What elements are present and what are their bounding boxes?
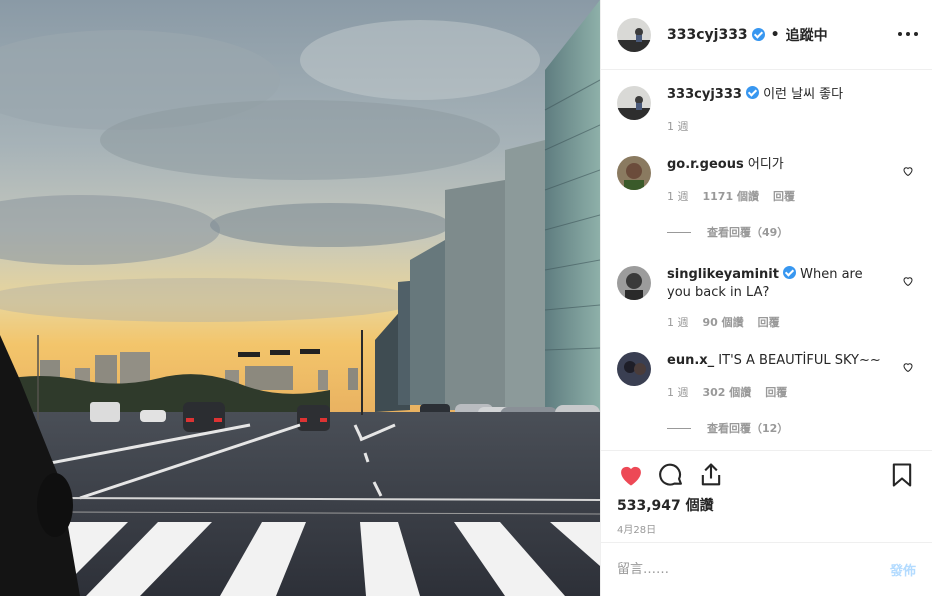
author-username[interactable]: 333cyj333: [667, 27, 748, 43]
like-comment-heart-icon[interactable]: [902, 361, 914, 373]
caption-time[interactable]: 1 週: [667, 118, 689, 134]
post-comment-button[interactable]: 發佈: [890, 560, 916, 579]
post-header: 333cyj333 • 追蹤中: [601, 0, 932, 70]
reply-button[interactable]: 回覆: [758, 314, 780, 330]
comments-list: 333cyj333 이런 날씨 좋다 1 週 go.r.geous 어디가 1 …: [617, 86, 916, 436]
following-button[interactable]: 追蹤中: [786, 25, 828, 45]
verified-badge-icon: [745, 86, 759, 99]
comment-item: singlikeyaminit When are you back in LA?…: [617, 266, 916, 330]
verified-badge-icon: [751, 28, 765, 41]
reply-button[interactable]: 回覆: [773, 188, 795, 204]
caption-username[interactable]: 333cyj333: [667, 87, 742, 102]
commenter-avatar[interactable]: [617, 352, 651, 386]
share-icon[interactable]: [697, 461, 725, 489]
view-replies-label[interactable]: 查看回覆（49）: [707, 224, 788, 240]
commenter-avatar[interactable]: [617, 266, 651, 300]
comment-likes[interactable]: 302 個讚: [703, 384, 752, 400]
caption-text: 이런 날씨 좋다: [763, 87, 844, 102]
comment-item: eun.x_ IT'S A BEAUTİFUL SKY~~ 1 週 302 個讚…: [617, 352, 916, 400]
reply-button[interactable]: 回覆: [765, 384, 787, 400]
comment-item: go.r.geous 어디가 1 週 1171 個讚 回覆: [617, 156, 916, 204]
comment-bubble-icon[interactable]: [657, 461, 685, 489]
like-count[interactable]: 533,947 個讚: [617, 495, 916, 515]
post-photo[interactable]: [0, 0, 600, 596]
verified-badge-icon: [782, 266, 796, 279]
view-replies-label[interactable]: 查看回覆（12）: [707, 420, 788, 436]
comment-text: IT'S A BEAUTİFUL SKY~~: [718, 353, 881, 368]
commenter-username[interactable]: go.r.geous: [667, 157, 744, 172]
commenter-avatar[interactable]: [617, 156, 651, 190]
post-actions: 533,947 個讚 4月28日: [601, 450, 932, 536]
view-replies-button[interactable]: 查看回覆（49）: [667, 224, 916, 240]
post-date[interactable]: 4月28日: [617, 521, 916, 536]
comment-likes[interactable]: 90 個讚: [703, 314, 744, 330]
bookmark-save-icon[interactable]: [888, 461, 916, 489]
caption: 333cyj333 이런 날씨 좋다 1 週: [617, 86, 916, 134]
add-comment-bar: 發佈: [601, 542, 932, 596]
commenter-username[interactable]: eun.x_: [667, 353, 714, 368]
like-comment-heart-icon[interactable]: [902, 165, 914, 177]
caption-avatar[interactable]: [617, 86, 651, 120]
comment-likes[interactable]: 1171 個讚: [703, 188, 759, 204]
replies-line: [667, 427, 691, 429]
comment-time[interactable]: 1 週: [667, 384, 689, 400]
replies-line: [667, 231, 691, 233]
separator-dot: •: [770, 26, 780, 43]
comment-input[interactable]: [617, 562, 890, 577]
author-avatar[interactable]: [617, 17, 651, 52]
more-options-icon[interactable]: [898, 24, 918, 44]
like-heart-icon[interactable]: [617, 461, 645, 489]
comment-time[interactable]: 1 週: [667, 314, 689, 330]
commenter-username[interactable]: singlikeyaminit: [667, 267, 779, 282]
comment-time[interactable]: 1 週: [667, 188, 689, 204]
post-details-panel: 333cyj333 • 追蹤中 333cyj333 이런 날씨 좋다 1 週 g…: [600, 0, 932, 596]
comment-text: 어디가: [747, 157, 784, 172]
view-replies-button[interactable]: 查看回覆（12）: [667, 420, 916, 436]
like-comment-heart-icon[interactable]: [902, 275, 914, 287]
